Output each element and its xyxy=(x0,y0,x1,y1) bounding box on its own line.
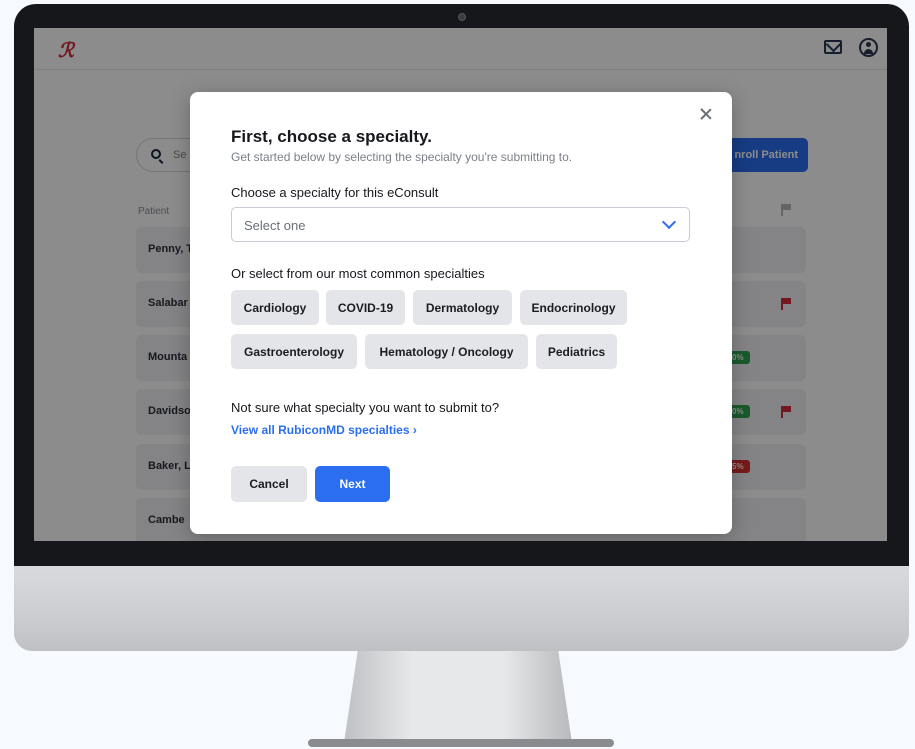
monitor-stand-base xyxy=(308,739,614,747)
monitor-stand xyxy=(344,651,572,743)
not-sure-text: Not sure what specialty you want to subm… xyxy=(231,400,500,415)
chevron-down-icon xyxy=(661,214,677,230)
close-icon[interactable] xyxy=(699,107,713,121)
monitor-chin xyxy=(14,566,909,651)
choose-specialty-modal: First, choose a specialty. Get started b… xyxy=(190,92,732,534)
common-specialties-label: Or select from our most common specialti… xyxy=(231,266,485,281)
chip-endocrinology[interactable]: Endocrinology xyxy=(520,290,627,325)
chip-gastroenterology[interactable]: Gastroenterology xyxy=(231,334,357,369)
webcam xyxy=(458,13,466,21)
specialty-select-label: Choose a specialty for this eConsult xyxy=(231,185,439,200)
next-button[interactable]: Next xyxy=(315,466,390,502)
chip-dermatology[interactable]: Dermatology xyxy=(413,290,512,325)
chip-cardiology[interactable]: Cardiology xyxy=(231,290,319,325)
view-all-specialties-link[interactable]: View all RubiconMD specialties › xyxy=(231,423,417,437)
screen: ℛ Se nroll Patient Patient Penny, T Salab… xyxy=(34,28,887,541)
modal-subtitle: Get started below by selecting the speci… xyxy=(231,150,573,164)
cancel-button[interactable]: Cancel xyxy=(231,466,307,502)
chip-covid-19[interactable]: COVID-19 xyxy=(326,290,405,325)
select-value: Select one xyxy=(244,218,306,233)
chip-pediatrics[interactable]: Pediatrics xyxy=(536,334,617,369)
modal-title: First, choose a specialty. xyxy=(231,127,432,146)
specialty-select[interactable]: Select one xyxy=(231,207,690,242)
chip-hematology-oncology[interactable]: Hematology / Oncology xyxy=(365,334,528,369)
